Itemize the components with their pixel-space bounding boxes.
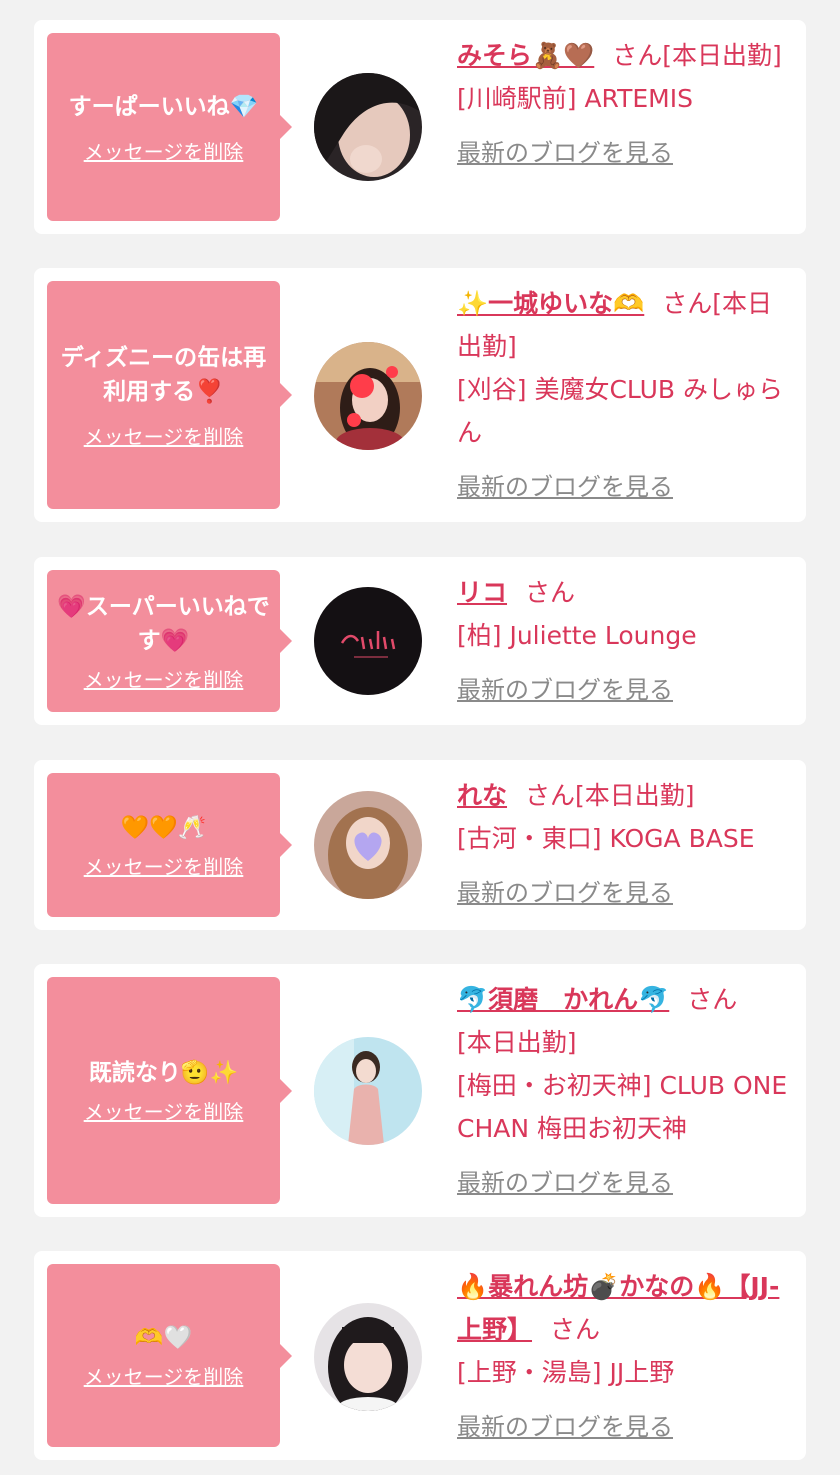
honorific: さん xyxy=(612,41,663,70)
shop-name: [上野・湯島] JJ上野 xyxy=(457,1358,675,1387)
avatar[interactable] xyxy=(314,791,422,899)
message-bubble: 🧡🧡🥂 メッセージを削除 xyxy=(47,773,292,917)
work-status: [本日出勤] xyxy=(575,781,695,810)
cast-info: 🔥暴れん坊💣かなの🔥【JJ-上野】 さん [上野・湯島] JJ上野 最新のブログを… xyxy=(457,1265,792,1449)
shop-name: [古河・東口] KOGA BASE xyxy=(457,824,755,853)
cast-info: ✨一城ゆいな🫶 さん[本日出勤] [刈谷] 美魔女CLUB みしゅらん 最新のブロ… xyxy=(457,282,792,509)
latest-blog-link[interactable]: 最新のブログを見る xyxy=(457,132,792,175)
honorific: さん xyxy=(662,289,713,318)
message-text: 既読なり🫡✨ xyxy=(88,1060,239,1086)
shop-name: [柏] Juliette Lounge xyxy=(457,621,697,650)
avatar[interactable] xyxy=(314,342,422,450)
cast-name-link[interactable]: 🔥暴れん坊💣かなの🔥【JJ-上野】 xyxy=(457,1272,779,1344)
message-card: すーぱーいいね💎 メッセージを削除 みそら🧸🤎 さん[本日出勤] [川崎駅前] A… xyxy=(34,20,806,234)
shop-name: [川崎駅前] ARTEMIS xyxy=(457,84,693,113)
shop-name: [梅田・お初天神] CLUB ONE CHAN 梅田お初天神 xyxy=(457,1071,788,1143)
delete-message-link[interactable]: メッセージを削除 xyxy=(84,851,244,880)
message-bubble: すーぱーいいね💎 メッセージを削除 xyxy=(47,33,292,221)
message-card: 🫶🤍 メッセージを削除 🔥暴れん坊💣かなの🔥【JJ-上野】 さん [上野・湯島] … xyxy=(34,1251,806,1460)
message-bubble: 💗スーパーいいねです💗 メッセージを削除 xyxy=(47,570,292,712)
message-card: 💗スーパーいいねです💗 メッセージを削除 リコ さん [柏] Juliette L… xyxy=(34,557,806,725)
delete-message-link[interactable]: メッセージを削除 xyxy=(84,1096,244,1125)
message-text: 🫶🤍 xyxy=(134,1325,193,1351)
message-bubble: ディズニーの缶は再利用する❣️ メッセージを削除 xyxy=(47,281,292,509)
avatar[interactable] xyxy=(314,587,422,695)
delete-message-link[interactable]: メッセージを削除 xyxy=(84,421,244,450)
message-card: 🧡🧡🥂 メッセージを削除 れな さん[本日出勤] [古河・東口] KOGA BAS… xyxy=(34,760,806,930)
cast-info: リコ さん [柏] Juliette Lounge 最新のブログを見る xyxy=(457,571,792,712)
work-status: [本日出勤] xyxy=(662,41,782,70)
message-text: ディズニーの缶は再利用する❣️ xyxy=(60,344,267,405)
cast-name-link[interactable]: みそら🧸🤎 xyxy=(457,41,594,70)
avatar[interactable] xyxy=(314,73,422,181)
avatar-photo xyxy=(314,1303,422,1411)
avatar-photo xyxy=(314,587,422,695)
avatar-photo xyxy=(314,791,422,899)
latest-blog-link[interactable]: 最新のブログを見る xyxy=(457,1162,792,1205)
avatar[interactable] xyxy=(314,1037,422,1145)
message-card: ディズニーの缶は再利用する❣️ メッセージを削除 ✨一城ゆいな🫶 さん[本日出勤]… xyxy=(34,268,806,522)
message-text: 💗スーパーいいねです💗 xyxy=(57,593,270,654)
message-text: すーぱーいいね💎 xyxy=(68,93,259,120)
honorific: さん xyxy=(525,781,576,810)
cast-name-link[interactable]: れな xyxy=(457,781,507,810)
cast-name-link[interactable]: リコ xyxy=(457,578,507,607)
delete-message-link[interactable]: メッセージを削除 xyxy=(84,136,244,165)
message-bubble: 既読なり🫡✨ メッセージを削除 xyxy=(47,977,292,1204)
latest-blog-link[interactable]: 最新のブログを見る xyxy=(457,1406,792,1449)
avatar[interactable] xyxy=(314,1303,422,1411)
latest-blog-link[interactable]: 最新のブログを見る xyxy=(457,872,792,915)
avatar-photo xyxy=(314,73,422,181)
delete-message-link[interactable]: メッセージを削除 xyxy=(84,1361,244,1390)
cast-name-link[interactable]: 🐬須磨 かれん🐬 xyxy=(457,985,669,1014)
honorific: さん xyxy=(525,578,576,607)
cast-name-link[interactable]: ✨一城ゆいな🫶 xyxy=(457,289,644,318)
honorific: さん xyxy=(687,985,738,1014)
work-status: [本日出勤] xyxy=(457,1028,577,1057)
honorific: さん xyxy=(550,1315,601,1344)
message-bubble: 🫶🤍 メッセージを削除 xyxy=(47,1264,292,1447)
avatar-photo xyxy=(314,1037,422,1145)
latest-blog-link[interactable]: 最新のブログを見る xyxy=(457,669,792,712)
cast-info: みそら🧸🤎 さん[本日出勤] [川崎駅前] ARTEMIS 最新のブログを見る xyxy=(457,34,792,175)
shop-name: [刈谷] 美魔女CLUB みしゅらん xyxy=(457,375,783,447)
message-text: 🧡🧡🥂 xyxy=(120,814,207,841)
delete-message-link[interactable]: メッセージを削除 xyxy=(84,664,244,693)
cast-info: れな さん[本日出勤] [古河・東口] KOGA BASE 最新のブログを見る xyxy=(457,774,792,915)
avatar-photo xyxy=(314,342,422,450)
message-card: 既読なり🫡✨ メッセージを削除 🐬須磨 かれん🐬 さん [本日出勤] [梅田・お初天… xyxy=(34,964,806,1217)
cast-info: 🐬須磨 かれん🐬 さん [本日出勤] [梅田・お初天神] CLUB ONE CHAN… xyxy=(457,978,792,1205)
latest-blog-link[interactable]: 最新のブログを見る xyxy=(457,466,792,509)
